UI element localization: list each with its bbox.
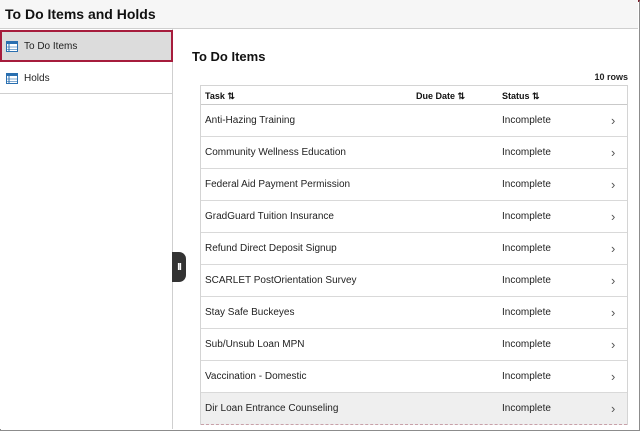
table-row[interactable]: Dir Loan Entrance Counseling Incomplete › — [201, 393, 627, 425]
sidebar: To Do Items Holds — [0, 29, 173, 429]
table-row[interactable]: Community Wellness Education Incomplete › — [201, 137, 627, 169]
status-text: Incomplete — [502, 307, 551, 318]
table-row[interactable]: SCARLET PostOrientation Survey Incomplete… — [201, 265, 627, 297]
section-title: To Do Items — [192, 49, 266, 64]
chevron-right-icon[interactable]: › — [611, 209, 615, 224]
task-name: SCARLET PostOrientation Survey — [205, 275, 357, 286]
task-name: Refund Direct Deposit Signup — [205, 243, 337, 254]
sidebar-item-label: Holds — [24, 72, 50, 84]
page-header: To Do Items and Holds — [0, 0, 638, 29]
sidebar-item-holds[interactable]: Holds — [0, 62, 173, 94]
status-text: Incomplete — [502, 115, 551, 126]
status-text: Incomplete — [502, 147, 551, 158]
status-text: Incomplete — [502, 403, 551, 414]
status-text: Incomplete — [502, 211, 551, 222]
list-icon — [6, 40, 18, 52]
row-count: 10 rows — [594, 72, 628, 82]
table-row[interactable]: Refund Direct Deposit Signup Incomplete › — [201, 233, 627, 265]
task-name: Vaccination - Domestic — [205, 371, 307, 382]
table-row[interactable]: Federal Aid Payment Permission Incomplete… — [201, 169, 627, 201]
chevron-right-icon[interactable]: › — [611, 113, 615, 128]
column-header-status[interactable]: Status ⇅ — [502, 91, 540, 102]
chevron-right-icon[interactable]: › — [611, 369, 615, 384]
table-row[interactable]: Anti-Hazing Training Incomplete › — [201, 105, 627, 137]
chevron-right-icon[interactable]: › — [611, 305, 615, 320]
sidebar-divider — [0, 93, 173, 94]
task-name: Sub/Unsub Loan MPN — [205, 339, 305, 350]
task-name: Stay Safe Buckeyes — [205, 307, 295, 318]
table-row[interactable]: Sub/Unsub Loan MPN Incomplete › — [201, 329, 627, 361]
grid-header: Task ⇅ Due Date ⇅ Status ⇅ — [201, 85, 627, 105]
task-name: GradGuard Tuition Insurance — [205, 211, 334, 222]
todo-grid: Task ⇅ Due Date ⇅ Status ⇅ Anti-Hazing T… — [200, 85, 628, 425]
status-text: Incomplete — [502, 371, 551, 382]
table-row[interactable]: Stay Safe Buckeyes Incomplete › — [201, 297, 627, 329]
sidebar-item-to-do-items[interactable]: To Do Items — [0, 30, 173, 62]
page-header-title: To Do Items and Holds — [5, 6, 156, 22]
task-name: Community Wellness Education — [205, 147, 346, 158]
chevron-right-icon[interactable]: › — [611, 401, 615, 416]
status-text: Incomplete — [502, 339, 551, 350]
list-icon — [6, 72, 18, 84]
column-header-due-date[interactable]: Due Date ⇅ — [416, 91, 465, 102]
table-row[interactable]: Vaccination - Domestic Incomplete › — [201, 361, 627, 393]
chevron-right-icon[interactable]: › — [611, 273, 615, 288]
status-text: Incomplete — [502, 243, 551, 254]
chevron-right-icon[interactable]: › — [611, 241, 615, 256]
task-name: Dir Loan Entrance Counseling — [205, 403, 339, 414]
status-text: Incomplete — [502, 179, 551, 190]
table-row[interactable]: GradGuard Tuition Insurance Incomplete › — [201, 201, 627, 233]
chevron-right-icon[interactable]: › — [611, 177, 615, 192]
task-name: Anti-Hazing Training — [205, 115, 296, 126]
main-content: To Do Items 10 rows Task ⇅ Due Date ⇅ St… — [174, 29, 638, 429]
column-header-task[interactable]: Task ⇅ — [205, 91, 235, 102]
chevron-right-icon[interactable]: › — [611, 145, 615, 160]
task-name: Federal Aid Payment Permission — [205, 179, 351, 190]
chevron-right-icon[interactable]: › — [611, 337, 615, 352]
sidebar-item-label: To Do Items — [24, 40, 78, 52]
status-text: Incomplete — [502, 275, 551, 286]
